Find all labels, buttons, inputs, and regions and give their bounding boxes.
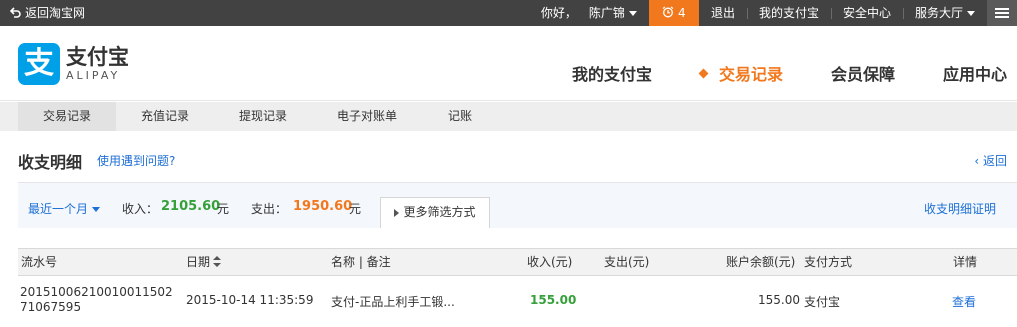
col-method: 支付方式 xyxy=(804,255,853,269)
menu-icon[interactable] xyxy=(987,0,1017,26)
back-to-taobao-link[interactable]: 返回淘宝网 xyxy=(9,0,86,26)
col-balance: 账户余额(元) xyxy=(726,255,796,269)
chevron-down-icon xyxy=(92,207,101,212)
tab-recharge[interactable]: 充值记录 xyxy=(116,102,214,131)
col-date[interactable]: 日期 xyxy=(186,249,222,275)
main-nav: 我的支付宝 交易记录 会员保障 应用中心 xyxy=(524,63,1007,87)
site-header: 支 支付宝 ALIPAY 我的支付宝 交易记录 会员保障 应用中心 xyxy=(0,26,1017,101)
income-total: 2105.60 xyxy=(161,199,221,214)
tab-bookkeeping[interactable]: 记账 xyxy=(422,102,498,131)
col-income: 收入(元) xyxy=(527,255,573,269)
col-expense: 支出(元) xyxy=(604,255,650,269)
logo-chinese-name: 支付宝 xyxy=(66,45,129,69)
username-menu[interactable]: 陈广锦 xyxy=(589,0,649,26)
logo-english-name: ALIPAY xyxy=(66,69,121,82)
row-method: 支付宝 xyxy=(804,295,841,309)
service-hall-menu[interactable]: 服务大厅 xyxy=(902,0,987,26)
reminder-button[interactable]: 4 xyxy=(648,0,699,26)
username: 陈广锦 xyxy=(588,6,625,20)
expense-total: 1950.60 xyxy=(293,199,353,214)
col-date-label: 日期 xyxy=(186,255,211,269)
col-detail: 详情 xyxy=(953,255,978,269)
row-name: 支付-正品上利手工锻... xyxy=(331,295,455,309)
table-header: 流水号 日期 名称 | 备注 收入(元) 支出(元) 账户余额(元) 支付方式 … xyxy=(18,248,1017,276)
caret-right-icon xyxy=(394,208,400,217)
security-center-label: 安全中心 xyxy=(842,6,891,20)
tab-withdraw[interactable]: 提现记录 xyxy=(214,102,312,131)
back-to-taobao-label: 返回淘宝网 xyxy=(25,6,86,20)
row-detail-link[interactable]: 查看 xyxy=(952,293,976,310)
income-label: 收入： xyxy=(122,202,159,216)
security-center-link[interactable]: 安全中心 xyxy=(830,0,903,26)
active-diamond-icon xyxy=(698,68,709,79)
sub-nav: 交易记录 充值记录 提现记录 电子对账单 记账 xyxy=(0,102,1017,131)
help-link[interactable]: 使用遇到问题? xyxy=(97,152,175,169)
row-balance: 155.00 xyxy=(758,293,800,307)
row-date: 2015-10-14 11:35:59 xyxy=(186,293,314,307)
back-link-label: 返回 xyxy=(982,154,1007,168)
expense-unit: 元 xyxy=(349,202,362,216)
alipay-logo-icon: 支 xyxy=(18,43,60,85)
chevron-left-icon: ‹ xyxy=(974,154,983,168)
top-bar-right: 你好， 陈广锦 4 退出 我的支付宝 安全中心 服务大厅 xyxy=(529,0,1017,26)
chevron-down-icon xyxy=(628,11,637,16)
alarm-clock-icon xyxy=(662,6,674,18)
row-income: 155.00 xyxy=(530,293,577,307)
logout-link[interactable]: 退出 xyxy=(699,0,747,26)
back-link[interactable]: ‹ 返回 xyxy=(974,152,1007,169)
nav-my-alipay[interactable]: 我的支付宝 xyxy=(572,63,652,87)
more-filters-label: 更多筛选方式 xyxy=(403,205,476,219)
nav-member-protection[interactable]: 会员保障 xyxy=(831,63,895,87)
top-bar: 返回淘宝网 你好， 陈广锦 4 退出 我的支付宝 安全中心 服务大厅 xyxy=(0,0,1017,26)
return-arrow-icon xyxy=(9,0,21,26)
expense-label: 支出： xyxy=(251,202,288,216)
alipay-logo[interactable]: 支 支付宝 ALIPAY xyxy=(18,43,129,85)
row-serial: 2015100621001001150271067595 xyxy=(20,285,173,314)
my-alipay-label: 我的支付宝 xyxy=(758,6,819,20)
income-unit: 元 xyxy=(217,202,230,216)
col-serial: 流水号 xyxy=(21,255,58,269)
filter-bar: 最近一个月 收入： 2105.60 元 支出： 1950.60 元 更多筛选方式… xyxy=(18,183,1017,228)
greeting: 你好， xyxy=(529,0,589,26)
logo-text: 支付宝 ALIPAY xyxy=(66,45,129,83)
tab-transactions[interactable]: 交易记录 xyxy=(18,102,116,131)
date-range-select[interactable]: 最近一个月 xyxy=(28,200,101,217)
service-hall-label: 服务大厅 xyxy=(914,6,963,20)
my-alipay-link[interactable]: 我的支付宝 xyxy=(746,0,831,26)
greeting-text: 你好， xyxy=(540,6,577,20)
col-name: 名称 | 备注 xyxy=(331,255,391,269)
table-row: 2015100621001001150271067595 2015-10-14 … xyxy=(18,277,1017,327)
reminder-count: 4 xyxy=(678,6,686,20)
more-filters-button[interactable]: 更多筛选方式 xyxy=(380,197,490,228)
tab-statement[interactable]: 电子对账单 xyxy=(312,102,422,131)
page-title: 收支明细 xyxy=(18,153,83,172)
logout-label: 退出 xyxy=(710,6,735,20)
nav-transactions[interactable]: 交易记录 xyxy=(698,63,783,87)
statement-proof-link[interactable]: 收支明细证明 xyxy=(924,200,996,217)
nav-transactions-label: 交易记录 xyxy=(718,65,783,84)
date-range-value: 最近一个月 xyxy=(28,202,89,216)
sort-icon xyxy=(213,256,222,267)
nav-app-center[interactable]: 应用中心 xyxy=(943,63,1007,87)
chevron-down-icon xyxy=(967,11,975,16)
